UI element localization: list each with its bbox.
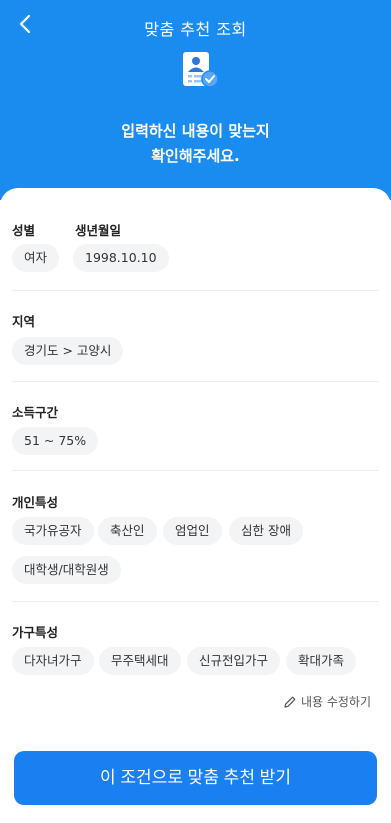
region-label: 지역 bbox=[12, 314, 36, 329]
hero-banner: 맞춤 추천 조회 입력하신 내용이 맞는지 확인해주세요. bbox=[0, 0, 391, 200]
personal-tag: 대학생/대학원생 bbox=[12, 556, 121, 584]
income-chip: 51 ~ 75% bbox=[12, 427, 99, 455]
birth-label: 생년월일 bbox=[75, 223, 122, 238]
divider bbox=[12, 290, 379, 291]
household-tag: 다자녀가구 bbox=[12, 647, 94, 675]
edit-content-link[interactable]: 내용 수정하기 bbox=[283, 693, 371, 710]
get-recommendation-button[interactable]: 이 조건으로 맞춤 추천 받기 bbox=[14, 751, 377, 805]
confirm-message-line2: 확인해주세요. bbox=[151, 147, 240, 165]
pencil-icon bbox=[284, 696, 296, 708]
gender-chip: 여자 bbox=[12, 244, 60, 272]
personal-tag: 엄업인 bbox=[163, 517, 222, 545]
household-tag: 신규전입가구 bbox=[187, 647, 281, 675]
household-tag: 확대가족 bbox=[286, 647, 357, 675]
confirm-emphasis: 입력하신 내용 bbox=[121, 122, 210, 140]
income-label: 소득구간 bbox=[12, 405, 59, 420]
gender-label: 성별 bbox=[12, 223, 36, 238]
confirm-message-line1: 입력하신 내용이 맞는지 bbox=[0, 120, 391, 141]
divider bbox=[12, 601, 379, 602]
household-traits-label: 가구특성 bbox=[12, 625, 59, 640]
household-tag: 무주택세대 bbox=[99, 647, 181, 675]
edit-content-label: 내용 수정하기 bbox=[300, 695, 371, 709]
personal-tag: 심한 장애 bbox=[229, 517, 303, 545]
confirm-rest: 이 맞는지 bbox=[209, 122, 270, 140]
region-chip: 경기도 > 고양시 bbox=[12, 337, 124, 365]
profile-document-icon bbox=[183, 52, 219, 88]
divider bbox=[12, 470, 379, 471]
divider bbox=[12, 381, 379, 382]
personal-tag: 축산인 bbox=[98, 517, 157, 545]
personal-tag: 국가유공자 bbox=[12, 517, 94, 545]
personal-traits-label: 개인특성 bbox=[12, 495, 59, 510]
page-title: 맞춤 추천 조회 bbox=[144, 20, 247, 39]
birth-chip: 1998.10.10 bbox=[73, 244, 169, 272]
